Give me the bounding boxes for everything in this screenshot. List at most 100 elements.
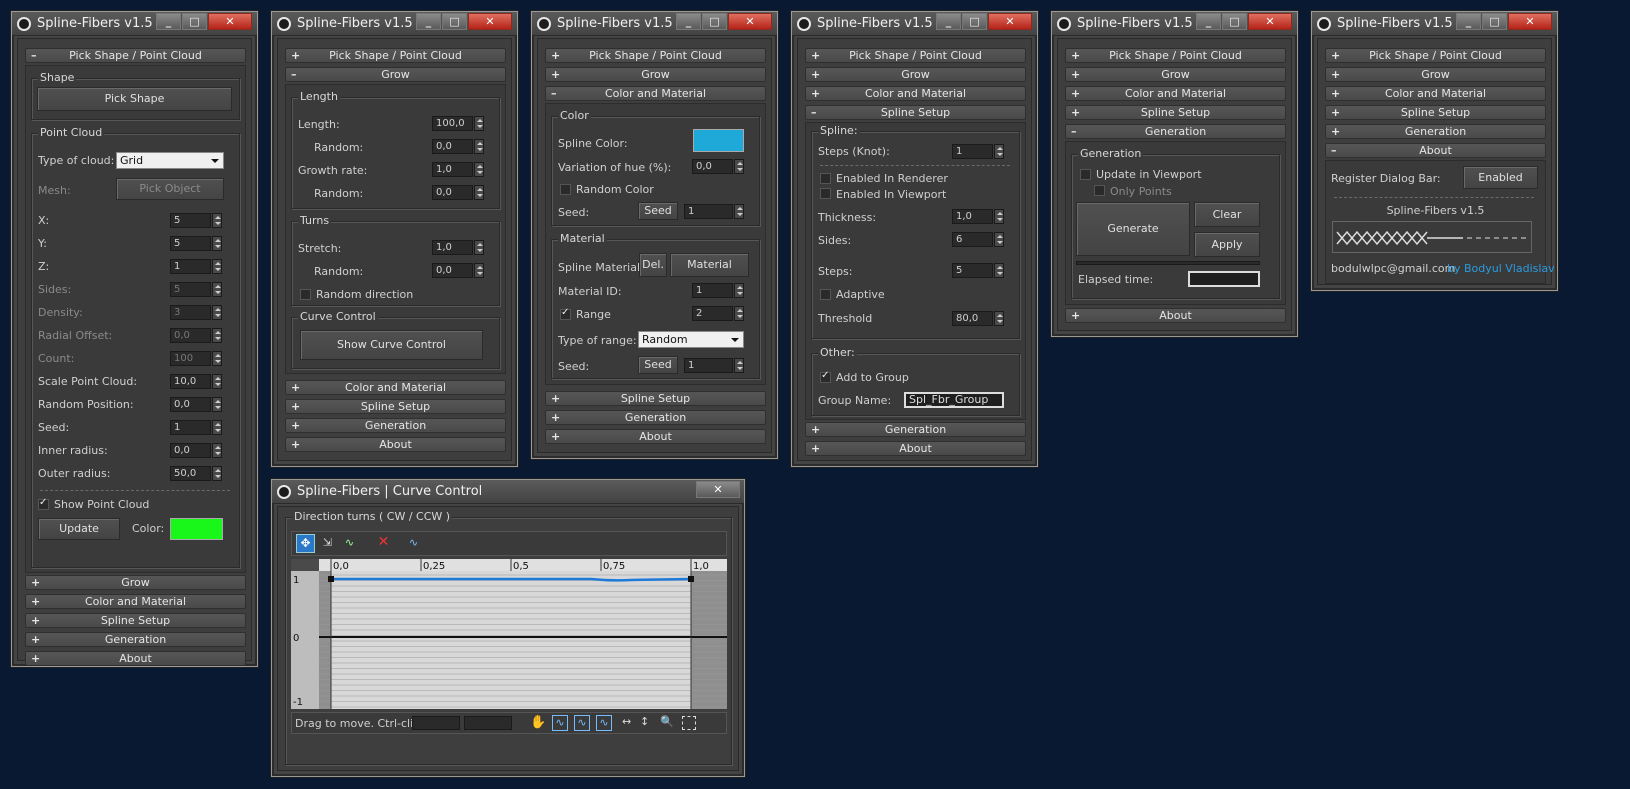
seed-button[interactable]: Seed — [638, 202, 678, 220]
rollout-spline-header[interactable]: – Spline Setup — [805, 105, 1026, 120]
minimize-button[interactable]: _ — [936, 13, 961, 30]
maximize-button[interactable]: □ — [702, 13, 727, 30]
generate-button[interactable]: Generate — [1076, 202, 1190, 256]
type-of-range-select[interactable]: Random — [638, 331, 744, 348]
rollout-grow-header[interactable]: – Grow — [285, 67, 506, 82]
material-button[interactable]: Material — [670, 253, 749, 277]
zoom-vertical-extents-icon[interactable]: ∿ — [596, 715, 612, 731]
point-cloud-field-spinner[interactable]: 5 — [170, 213, 222, 228]
pan-icon[interactable]: ✋ — [530, 715, 546, 730]
update-button[interactable]: Update — [38, 518, 120, 540]
rollout-color-header[interactable]: + Color and Material — [1065, 86, 1286, 101]
close-button[interactable]: ✕ — [696, 481, 740, 498]
title-bar[interactable]: Spline-Fibers v1.5 _ □ ✕ — [272, 12, 517, 36]
adaptive-checkbox[interactable] — [820, 289, 831, 300]
rollout-color-header[interactable]: + Color and Material — [285, 380, 506, 395]
rollout-grow-header[interactable]: + Grow — [1325, 67, 1546, 82]
close-button[interactable]: ✕ — [1248, 13, 1292, 30]
close-button[interactable]: ✕ — [1508, 13, 1552, 30]
title-bar[interactable]: Spline-Fibers v1.5 _ □ ✕ — [12, 12, 257, 36]
length-random-spinner[interactable]: 0,0 — [432, 139, 484, 154]
rollout-pick-header[interactable]: + Pick Shape / Point Cloud — [1065, 48, 1286, 63]
growth-random-spinner[interactable]: 0,0 — [432, 185, 484, 200]
rollout-color-header[interactable]: + Color and Material — [1325, 86, 1546, 101]
rollout-pick-header[interactable]: – Pick Shape / Point Cloud — [25, 48, 246, 63]
point-cloud-field-spinner[interactable]: 0,0 — [170, 328, 222, 343]
stretch-spinner[interactable]: 1,0 — [432, 240, 484, 255]
seed-spinner[interactable]: 1 — [684, 204, 744, 219]
zoom-horizontal-icon[interactable]: ↔ — [622, 715, 631, 728]
growth-rate-spinner[interactable]: 1,0 — [432, 162, 484, 177]
rollout-about-header[interactable]: + About — [285, 437, 506, 452]
threshold-spinner[interactable]: 80,0 — [952, 311, 1004, 326]
maximize-button[interactable]: □ — [1222, 13, 1247, 30]
rollout-spline-header[interactable]: + Spline Setup — [285, 399, 506, 414]
close-button[interactable]: ✕ — [728, 13, 772, 30]
rollout-grow-header[interactable]: + Grow — [1065, 67, 1286, 82]
point-cloud-field-spinner[interactable]: 10,0 — [170, 374, 222, 389]
length-spinner[interactable]: 100,0 — [432, 116, 484, 131]
title-bar[interactable]: Spline-Fibers v1.5 _ □ ✕ — [1052, 12, 1297, 36]
minimize-button[interactable]: _ — [1456, 13, 1481, 30]
title-bar[interactable]: Spline-Fibers v1.5 _ □ ✕ — [792, 12, 1037, 36]
rollout-generation-header[interactable]: + Generation — [805, 422, 1026, 437]
title-bar[interactable]: Spline-Fibers v1.5 _ □ ✕ — [1312, 12, 1557, 36]
steps-spinner[interactable]: 5 — [952, 263, 1004, 278]
curve-graph[interactable]: 0,0 0,25 0,5 0,75 1,0 1 0 -1 — [291, 559, 727, 709]
rollout-pick-header[interactable]: + Pick Shape / Point Cloud — [1325, 48, 1546, 63]
spline-color-swatch[interactable] — [693, 129, 744, 152]
rollout-spline-header[interactable]: + Spline Setup — [1065, 105, 1286, 120]
delete-material-button[interactable]: Del. — [639, 253, 667, 277]
zoom-vertical-icon[interactable]: ↕ — [640, 715, 649, 728]
delete-point-icon[interactable]: ✕ — [374, 534, 393, 553]
material-id-spinner[interactable]: 1 — [692, 283, 744, 298]
enabled-viewport-checkbox[interactable] — [820, 188, 831, 199]
minimize-button[interactable]: _ — [1196, 13, 1221, 30]
enabled-renderer-checkbox[interactable] — [820, 173, 831, 184]
rollout-about-header[interactable]: + About — [1065, 308, 1286, 323]
rollout-about-header[interactable]: + About — [25, 651, 246, 666]
point-cloud-color-swatch[interactable] — [170, 518, 223, 540]
move-tool-icon[interactable]: ✥ — [296, 534, 315, 553]
steps-knot-spinner[interactable]: 1 — [952, 144, 1004, 159]
show-point-cloud-checkbox[interactable] — [38, 497, 49, 510]
group-name-input[interactable]: Spl_Fbr_Group — [904, 392, 1004, 408]
point-cloud-field-spinner[interactable]: 5 — [170, 236, 222, 251]
close-button[interactable]: ✕ — [468, 13, 512, 30]
rollout-color-header[interactable]: – Color and Material — [545, 86, 766, 101]
rollout-color-header[interactable]: + Color and Material — [25, 594, 246, 609]
zoom-icon[interactable]: 🔍 — [660, 715, 674, 728]
show-curve-control-button[interactable]: Show Curve Control — [300, 330, 483, 360]
point-cloud-field-spinner[interactable]: 0,0 — [170, 443, 222, 458]
rollout-about-header[interactable]: + About — [805, 441, 1026, 456]
rollout-spline-header[interactable]: + Spline Setup — [1325, 105, 1546, 120]
rollout-generation-header[interactable]: + Generation — [545, 410, 766, 425]
rollout-pick-header[interactable]: + Pick Shape / Point Cloud — [805, 48, 1026, 63]
point-cloud-field-spinner[interactable]: 50,0 — [170, 466, 222, 481]
material-seed-button[interactable]: Seed — [638, 356, 678, 374]
zoom-extents-icon[interactable]: ∿ — [552, 715, 568, 731]
rollout-spline-header[interactable]: + Spline Setup — [25, 613, 246, 628]
pick-object-button[interactable]: Pick Object — [116, 178, 224, 200]
add-to-group-checkbox[interactable] — [820, 370, 831, 383]
stretch-random-spinner[interactable]: 0,0 — [432, 263, 484, 278]
zoom-region-icon[interactable] — [682, 716, 696, 730]
rollout-generation-header[interactable]: + Generation — [25, 632, 246, 647]
y-value-field[interactable] — [464, 716, 512, 730]
rollout-grow-header[interactable]: + Grow — [805, 67, 1026, 82]
range-checkbox[interactable] — [560, 307, 571, 320]
pick-shape-button[interactable]: Pick Shape — [37, 87, 232, 111]
rollout-spline-header[interactable]: + Spline Setup — [545, 391, 766, 406]
point-cloud-field-spinner[interactable]: 1 — [170, 259, 222, 274]
rollout-color-header[interactable]: + Color and Material — [805, 86, 1026, 101]
thickness-spinner[interactable]: 1,0 — [952, 209, 1004, 224]
clear-button[interactable]: Clear — [1194, 202, 1260, 227]
insert-point-icon[interactable]: ∿ — [340, 534, 359, 553]
minimize-button[interactable]: _ — [156, 13, 181, 30]
material-seed-spinner[interactable]: 1 — [684, 358, 744, 373]
only-points-checkbox[interactable] — [1094, 185, 1105, 196]
type-of-cloud-select[interactable]: Grid — [116, 152, 224, 169]
apply-button[interactable]: Apply — [1194, 232, 1260, 257]
rollout-grow-header[interactable]: + Grow — [25, 575, 246, 590]
point-cloud-field-spinner[interactable]: 3 — [170, 305, 222, 320]
